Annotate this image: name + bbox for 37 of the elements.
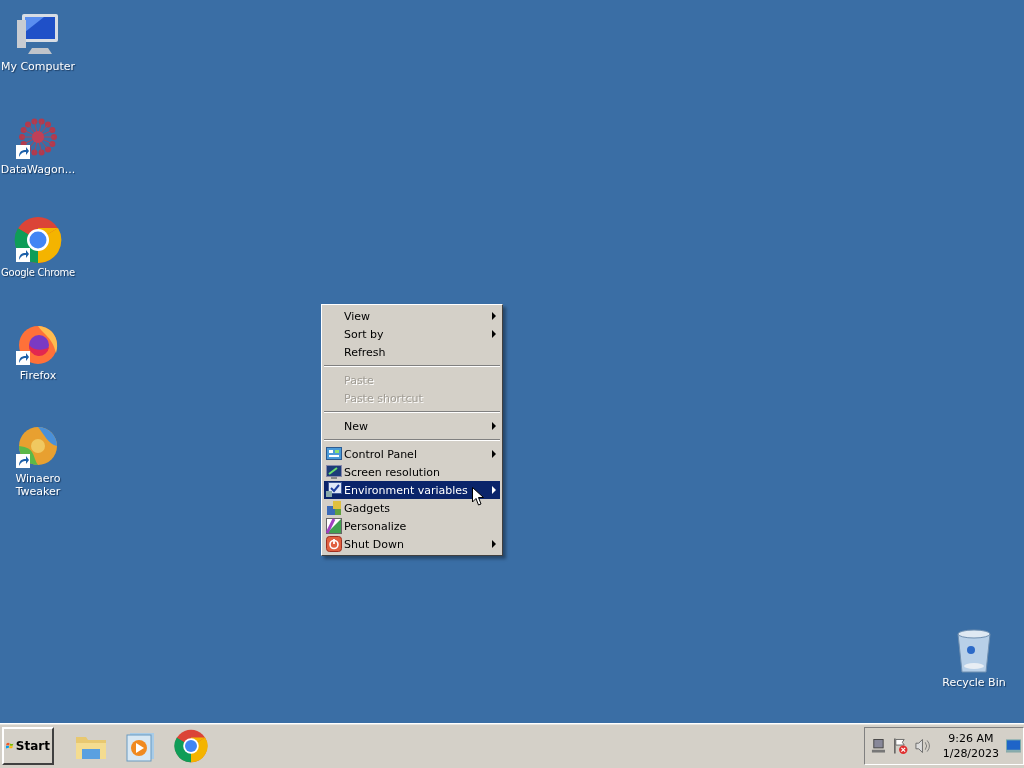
chrome-icon[interactable]: [174, 729, 208, 763]
submenu-arrow-icon: [491, 450, 497, 458]
menu-item[interactable]: Control Panel: [324, 445, 500, 463]
clock-time: 9:26 AM: [948, 731, 994, 746]
checkbox-icon: [326, 482, 342, 498]
menu-item[interactable]: Screen resolution: [324, 463, 500, 481]
menu-item[interactable]: Personalize: [324, 517, 500, 535]
submenu-arrow-icon: [491, 422, 497, 430]
recycle-bin-icon: [954, 626, 994, 674]
show-desktop-icon[interactable]: [1006, 739, 1021, 753]
submenu-arrow-icon: [491, 486, 497, 494]
menu-item[interactable]: Sort by: [324, 325, 500, 343]
icon-label: Recycle Bin: [941, 676, 1007, 689]
network-icon: [871, 738, 886, 754]
mouse-pointer-icon: [472, 487, 485, 507]
monitor-icon: [326, 464, 342, 480]
submenu-arrow-icon: [491, 330, 497, 338]
paint-icon: [326, 518, 342, 534]
speaker-icon: [914, 738, 932, 754]
menu-item[interactable]: Shut Down: [324, 535, 500, 553]
icon-label: DataWagon...: [0, 163, 76, 176]
menu-item[interactable]: New: [324, 417, 500, 435]
start-button[interactable]: Start: [2, 727, 54, 765]
icon-label: Winaero Tweaker: [14, 472, 62, 498]
flag-icon: [892, 737, 908, 755]
clock-date: 1/28/2023: [942, 746, 1000, 761]
control-panel-icon: [326, 446, 342, 462]
icon-label: My Computer: [0, 60, 76, 73]
gadgets-icon: [326, 500, 342, 516]
menu-item[interactable]: Gadgets: [324, 499, 500, 517]
menu-item[interactable]: View: [324, 307, 500, 325]
menu-item[interactable]: Refresh: [324, 343, 500, 361]
power-icon: [326, 536, 342, 552]
icon-label: Firefox: [18, 369, 58, 382]
icon-label: Google Chrome: [0, 266, 76, 279]
submenu-arrow-icon: [491, 312, 497, 320]
submenu-arrow-icon: [491, 540, 497, 548]
